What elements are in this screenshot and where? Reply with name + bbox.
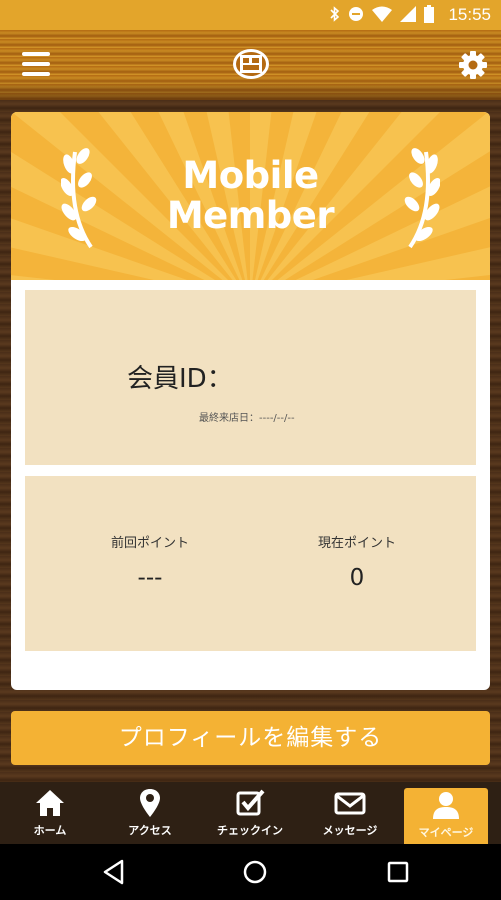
member-card: Mobile Member 会員ID： 最終来店日：----/--/-- 前回ポ… — [11, 112, 490, 690]
back-icon[interactable] — [100, 858, 128, 886]
tab-message-label: メッセージ — [322, 824, 378, 837]
home-circle-icon[interactable] — [241, 858, 269, 886]
last-visit-row: 最終来店日：----/--/-- — [199, 409, 295, 424]
checkbox-icon — [236, 789, 265, 816]
banner-title-line2: Member — [166, 194, 335, 237]
app-bar — [0, 30, 501, 100]
tab-access-label: アクセス — [128, 824, 172, 837]
recents-icon[interactable] — [384, 858, 412, 886]
tab-checkin[interactable]: チェックイン — [200, 782, 300, 844]
current-points-value: 0 — [349, 565, 365, 591]
wifi-icon — [372, 6, 393, 25]
bottom-tab-bar: ホーム アクセス チェックイン メッセージ マイページ — [0, 782, 501, 844]
gear-icon[interactable] — [458, 50, 488, 80]
map-pin-icon — [140, 789, 160, 817]
tab-mypage-label: マイページ — [418, 826, 474, 839]
cell-signal-icon — [400, 5, 417, 25]
home-icon — [36, 790, 64, 816]
person-icon — [433, 792, 459, 819]
last-visit-value: ----/--/-- — [259, 413, 295, 424]
previous-points-value: --- — [137, 565, 163, 591]
points-panel: 前回ポイント --- 現在ポイント 0 — [25, 476, 476, 651]
previous-points: 前回ポイント --- — [50, 532, 250, 591]
edit-profile-button[interactable]: プロフィールを編集する — [11, 711, 490, 765]
shop-logo-icon — [231, 46, 271, 82]
battery-icon — [424, 4, 435, 26]
tab-checkin-label: チェックイン — [217, 824, 283, 837]
banner-title-line1: Mobile — [182, 154, 319, 197]
current-points: 現在ポイント 0 — [257, 532, 457, 591]
tab-mypage[interactable]: マイページ — [404, 788, 488, 844]
hamburger-menu-icon[interactable] — [22, 52, 50, 76]
previous-points-label: 前回ポイント — [110, 536, 189, 551]
bluetooth-icon — [330, 5, 340, 25]
member-id-panel: 会員ID： 最終来店日：----/--/-- — [25, 290, 476, 465]
banner-title: Mobile Member — [11, 156, 490, 236]
do-not-disturb-icon — [348, 6, 364, 25]
tab-home-label: ホーム — [33, 824, 67, 837]
mail-icon — [334, 792, 366, 815]
current-points-label: 現在ポイント — [317, 536, 396, 551]
status-time: 15:55 — [448, 5, 491, 24]
android-nav-bar — [0, 844, 501, 900]
tab-access[interactable]: アクセス — [100, 782, 200, 844]
mobile-member-banner: Mobile Member — [11, 112, 490, 280]
last-visit-label: 最終来店日： — [199, 413, 259, 424]
member-id-label: 会員ID： — [127, 364, 233, 394]
tab-message[interactable]: メッセージ — [300, 782, 400, 844]
tab-home[interactable]: ホーム — [0, 782, 100, 844]
status-bar: 15:55 — [0, 0, 501, 30]
